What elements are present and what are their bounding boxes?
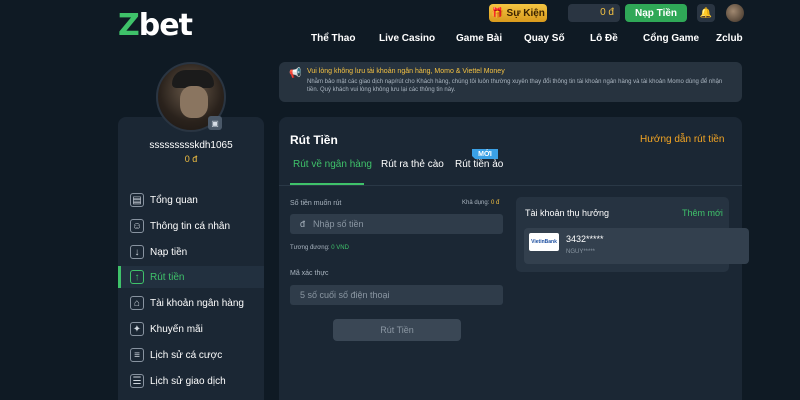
- header-avatar[interactable]: [726, 4, 744, 22]
- receipt-icon: ☰: [130, 374, 144, 388]
- verify-code-input[interactable]: 5 số cuối số điện thoại: [290, 285, 503, 305]
- tab-bank-withdraw[interactable]: Rút về ngân hàng: [293, 159, 372, 170]
- amount-label: Số tiền muốn rút: [290, 200, 342, 207]
- nav-live-casino[interactable]: Live Casino: [379, 33, 435, 44]
- nav-game-bai[interactable]: Game Bài: [456, 33, 502, 44]
- account-name: NGUY*****: [566, 249, 596, 255]
- top-header: Zbet 🎁 Sự Kiện 0 đ Nạp Tiền 🔔 Thể Thao Li…: [0, 0, 800, 52]
- event-button[interactable]: 🎁 Sự Kiện: [489, 4, 547, 22]
- nav-zclub[interactable]: Zclub: [716, 33, 743, 44]
- username: ssssssssskdh1065: [149, 140, 233, 151]
- gift-icon: ✦: [130, 322, 144, 336]
- sidebar-item-transaction-history[interactable]: ☰ Lịch sử giao dịch: [118, 370, 264, 392]
- amount-input[interactable]: đ Nhập số tiền: [290, 214, 503, 234]
- tabs-divider: [279, 185, 742, 186]
- main-nav: Thể Thao Live Casino Game Bài Quay Số Lô…: [0, 33, 800, 47]
- verify-label: Mã xác thực: [290, 270, 329, 277]
- tab-card-withdraw[interactable]: Rút ra thẻ cào: [381, 159, 444, 170]
- withdraw-guide-link[interactable]: Hướng dẫn rút tiền: [640, 134, 724, 145]
- account-number: 3432*****: [566, 234, 604, 244]
- currency-icon: đ: [300, 219, 306, 229]
- profile-balance: 0 đ: [184, 154, 198, 164]
- user-icon: ☺: [130, 219, 144, 233]
- notice-body: Nhằm bảo mật các giao dịch nạp/rút cho K…: [307, 79, 723, 94]
- sidebar-item-withdraw[interactable]: ↑ Rút tiền: [118, 266, 264, 288]
- megaphone-icon: 📢: [289, 68, 302, 79]
- sidebar-item-overview[interactable]: ▤ Tổng quan: [118, 189, 264, 211]
- gift-icon: 🎁: [491, 7, 504, 19]
- sidebar-item-deposit[interactable]: ↓ Nạp tiền: [118, 241, 264, 263]
- add-beneficiary-link[interactable]: Thêm mới: [682, 208, 723, 218]
- page-title: Rút Tiền: [290, 133, 338, 147]
- bank-logo: VietinBank: [529, 233, 559, 251]
- notification-bell-icon[interactable]: 🔔: [697, 4, 715, 22]
- nav-quay-so[interactable]: Quay Số: [524, 33, 565, 44]
- security-notice: 📢 Vui lòng không lưu tài khoản ngân hàng…: [279, 62, 742, 102]
- deposit-button[interactable]: Nạp Tiền: [625, 4, 687, 22]
- notice-title: Vui lòng không lưu tài khoản ngân hàng, …: [307, 68, 505, 75]
- beneficiary-title: Tài khoản thụ hưởng: [525, 208, 609, 218]
- nav-cong-game[interactable]: Cổng Game: [643, 33, 699, 44]
- chart-icon: ▤: [130, 193, 144, 207]
- camera-icon[interactable]: ▣: [208, 116, 222, 130]
- equivalent-value: Tương đương: 0 VND: [290, 245, 349, 251]
- bank-icon: ⌂: [130, 296, 144, 310]
- sidebar-item-bet-history[interactable]: ≡ Lịch sử cá cược: [118, 344, 264, 366]
- deposit-icon: ↓: [130, 245, 144, 259]
- nav-lo-de[interactable]: Lô Đề: [590, 33, 618, 44]
- new-badge: MỚI: [472, 149, 498, 159]
- sidebar-item-promotions[interactable]: ✦ Khuyến mãi: [118, 318, 264, 340]
- available-balance: Khả dụng: 0 đ: [462, 200, 500, 206]
- withdraw-icon: ↑: [130, 270, 144, 284]
- withdraw-submit-button[interactable]: Rút Tiền: [333, 319, 461, 341]
- history-icon: ≡: [130, 348, 144, 362]
- header-balance: 0 đ: [568, 4, 620, 22]
- sidebar-item-profile[interactable]: ☺ Thông tin cá nhân: [118, 215, 264, 237]
- tab-crypto-withdraw[interactable]: Rút tiền ảo: [455, 159, 503, 170]
- nav-the-thao[interactable]: Thể Thao: [311, 33, 355, 44]
- sidebar-item-bank-account[interactable]: ⌂ Tài khoản ngân hàng: [118, 292, 264, 314]
